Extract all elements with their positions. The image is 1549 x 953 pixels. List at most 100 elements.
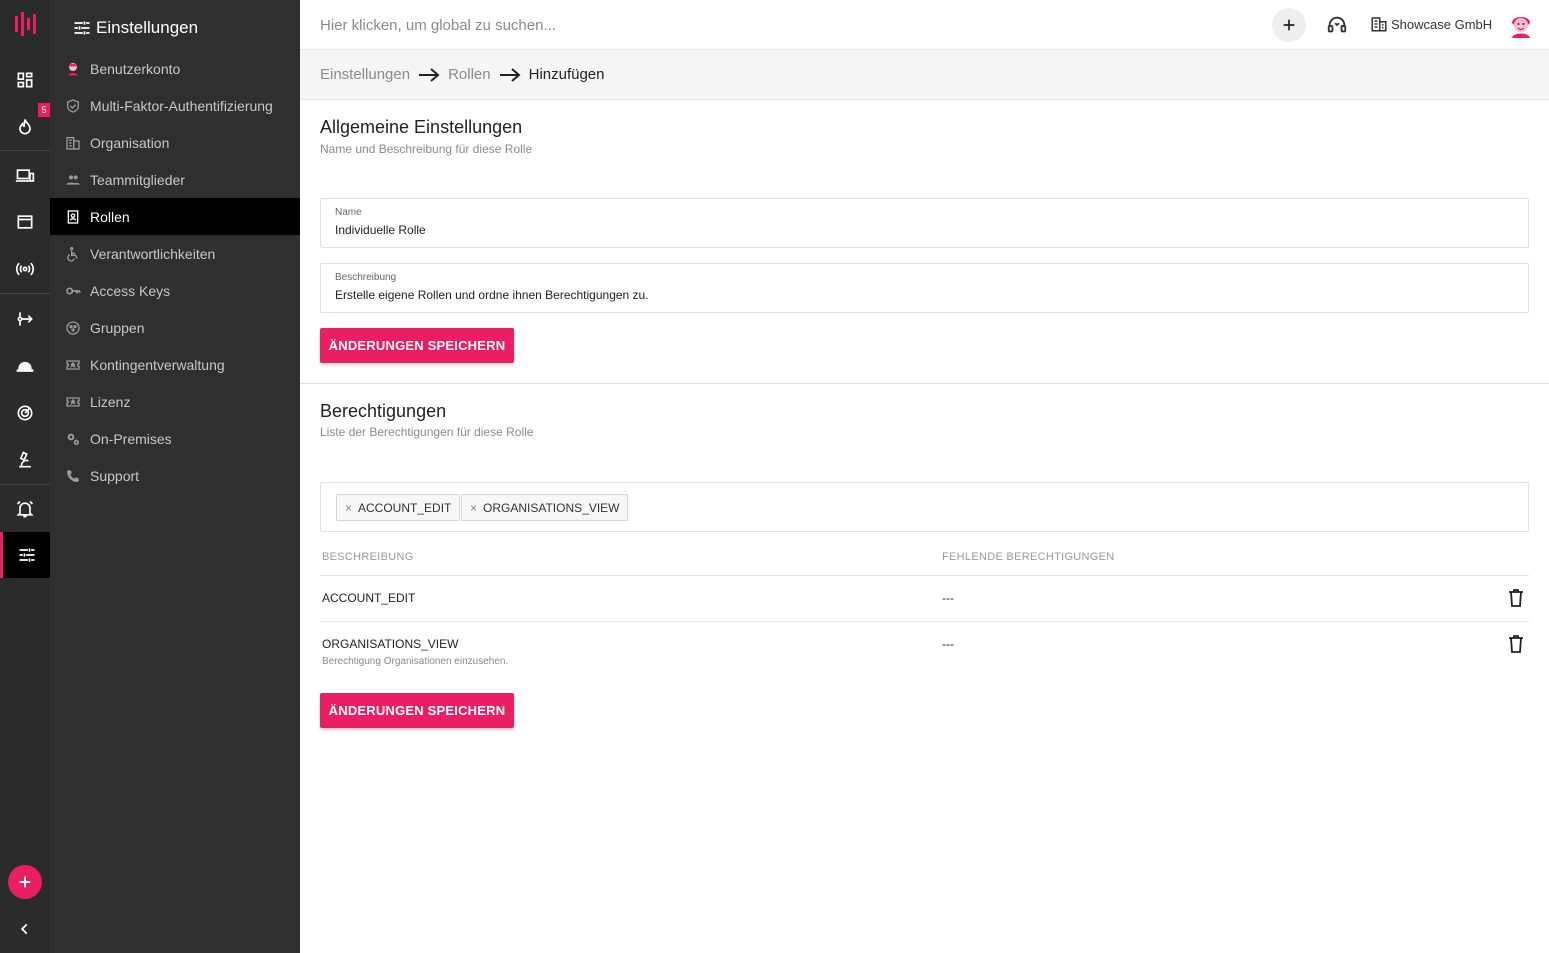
rail-devices[interactable] xyxy=(0,153,50,199)
settings-sidebar: Einstellungen Benutzerkonto Multi-Faktor… xyxy=(50,0,300,953)
breadcrumb: Einstellungen Rollen Hinzufügen xyxy=(300,50,1549,100)
sidebar-item-label: Teammitglieder xyxy=(90,171,185,188)
sidebar-item-label: On-Premises xyxy=(90,430,172,447)
global-search-input[interactable] xyxy=(320,13,920,37)
sidebar-item-label: Organisation xyxy=(90,134,170,151)
sidebar-item-label: Gruppen xyxy=(90,319,145,336)
sidebar-item-label: Access Keys xyxy=(90,282,171,299)
collapse-sidebar-button[interactable] xyxy=(15,919,35,939)
icon-rail: 5 xyxy=(0,0,50,953)
permissions-section-subtitle: Liste der Berechtigungen für diese Rolle xyxy=(320,425,534,439)
table-divider xyxy=(320,575,1529,576)
sidebar-item-verantwortlichkeiten[interactable]: Verantwortlichkeiten xyxy=(50,235,300,272)
rail-window[interactable] xyxy=(0,199,50,245)
delete-row-icon[interactable] xyxy=(1508,635,1524,653)
rail-dashboard[interactable] xyxy=(0,57,50,103)
broadcast-icon xyxy=(15,262,35,276)
column-header-fehlende: FEHLENDE BERECHTIGUNGEN xyxy=(942,551,1115,563)
building-icon xyxy=(1371,17,1387,32)
chip-remove-button[interactable]: × xyxy=(345,501,352,515)
phone-icon xyxy=(64,467,82,485)
save-permissions-button[interactable]: ÄNDERUNGEN SPEICHERN xyxy=(320,693,514,728)
rail-alarm[interactable] xyxy=(0,486,50,532)
sidebar-item-label: Lizenz xyxy=(90,393,131,410)
row-permission-name: ORGANISATIONS_VIEW xyxy=(322,637,459,651)
microscope-icon xyxy=(19,451,31,468)
rail-flow[interactable] xyxy=(0,296,50,342)
radar-icon xyxy=(17,405,33,421)
sidebar-item-teammitglieder[interactable]: Teammitglieder xyxy=(50,161,300,198)
sidebar-item-access-keys[interactable]: Access Keys xyxy=(50,272,300,309)
permission-chip: × ACCOUNT_EDIT xyxy=(336,494,461,521)
sidebar-item-support[interactable]: Support xyxy=(50,457,300,494)
sidebar-item-kontingentverwaltung[interactable]: Kontingentverwaltung xyxy=(50,346,300,383)
permissions-chip-input[interactable]: × ACCOUNT_EDIT × ORGANISATIONS_VIEW xyxy=(320,482,1529,532)
devices-icon xyxy=(15,169,35,182)
hardhat-icon xyxy=(16,361,34,372)
sidebar-header: Einstellungen xyxy=(72,16,198,40)
rail-divider xyxy=(0,293,50,294)
breadcrumb-rollen[interactable]: Rollen xyxy=(448,66,491,83)
sidebar-item-lizenz[interactable]: Lizenz xyxy=(50,383,300,420)
section-divider xyxy=(300,383,1549,384)
name-field-label: Name xyxy=(335,207,362,218)
chip-label: ACCOUNT_EDIT xyxy=(358,500,452,515)
rail-divider xyxy=(0,150,50,151)
settings-sliders-icon xyxy=(74,21,90,35)
rail-microscope[interactable] xyxy=(0,437,50,483)
incident-count-badge: 5 xyxy=(38,103,50,117)
key-icon xyxy=(64,282,82,300)
description-input[interactable] xyxy=(335,288,1515,302)
sidebar-item-mfa[interactable]: Multi-Faktor-Authentifizierung xyxy=(50,87,300,124)
sidebar-item-on-premises[interactable]: On-Premises xyxy=(50,420,300,457)
chevron-left-icon xyxy=(20,923,28,935)
sidebar-item-label: Support xyxy=(90,467,140,484)
people-icon xyxy=(64,171,82,189)
accessibility-icon xyxy=(64,245,82,263)
row-permission-name: ACCOUNT_EDIT xyxy=(322,591,416,605)
column-header-beschreibung: BESCHREIBUNG xyxy=(322,551,414,563)
table-divider xyxy=(320,621,1529,622)
window-icon xyxy=(17,215,33,229)
sidebar-item-benutzerkonto[interactable]: Benutzerkonto xyxy=(50,50,300,87)
flow-icon xyxy=(17,312,33,326)
delete-row-icon[interactable] xyxy=(1508,589,1524,607)
chip-label: ORGANISATIONS_VIEW xyxy=(483,500,620,515)
rail-settings[interactable] xyxy=(0,532,50,578)
shield-check-icon xyxy=(64,97,82,115)
chip-remove-button[interactable]: × xyxy=(470,501,477,515)
rail-broadcast[interactable] xyxy=(0,246,50,292)
plus-icon xyxy=(1283,19,1295,31)
general-section-title: Allgemeine Einstellungen xyxy=(320,117,523,137)
user-avatar[interactable] xyxy=(1508,12,1534,38)
quick-add-button[interactable] xyxy=(1272,8,1306,42)
alarm-icon xyxy=(16,500,34,518)
sidebar-item-label: Multi-Faktor-Authentifizierung xyxy=(90,97,273,114)
row-permission-description: Berechtigung Organisationen einzusehen. xyxy=(322,656,509,667)
app-logo-icon[interactable] xyxy=(15,12,37,36)
name-field[interactable]: Name xyxy=(320,198,1529,248)
sidebar-item-gruppen[interactable]: Gruppen xyxy=(50,309,300,346)
breadcrumb-hinzufuegen: Hinzufügen xyxy=(528,66,605,83)
headset-icon[interactable] xyxy=(1326,14,1348,36)
rail-hardhat[interactable] xyxy=(0,343,50,389)
sidebar-item-organisation[interactable]: Organisation xyxy=(50,124,300,161)
sidebar-item-label: Rollen xyxy=(90,208,130,225)
breadcrumb-einstellungen[interactable]: Einstellungen xyxy=(320,66,410,83)
description-field[interactable]: Beschreibung xyxy=(320,263,1529,313)
license-icon xyxy=(64,393,82,411)
row-missing-permissions: --- xyxy=(942,637,954,651)
rail-radar[interactable] xyxy=(0,390,50,436)
organisation-switcher[interactable]: Showcase GmbH xyxy=(1370,15,1492,33)
sidebar-item-rollen[interactable]: Rollen xyxy=(50,198,300,235)
sidebar-title: Einstellungen xyxy=(96,18,199,37)
dashboard-icon xyxy=(17,72,33,88)
sidebar-item-label: Benutzerkonto xyxy=(90,60,181,77)
name-input[interactable] xyxy=(335,223,1515,237)
row-missing-permissions: --- xyxy=(942,591,954,605)
save-general-button[interactable]: ÄNDERUNGEN SPEICHERN xyxy=(320,328,514,363)
sidebar-item-label: Kontingentverwaltung xyxy=(90,356,225,373)
create-fab-button[interactable] xyxy=(8,865,42,899)
arrow-right-icon xyxy=(419,67,440,82)
group-circle-icon xyxy=(64,319,82,337)
